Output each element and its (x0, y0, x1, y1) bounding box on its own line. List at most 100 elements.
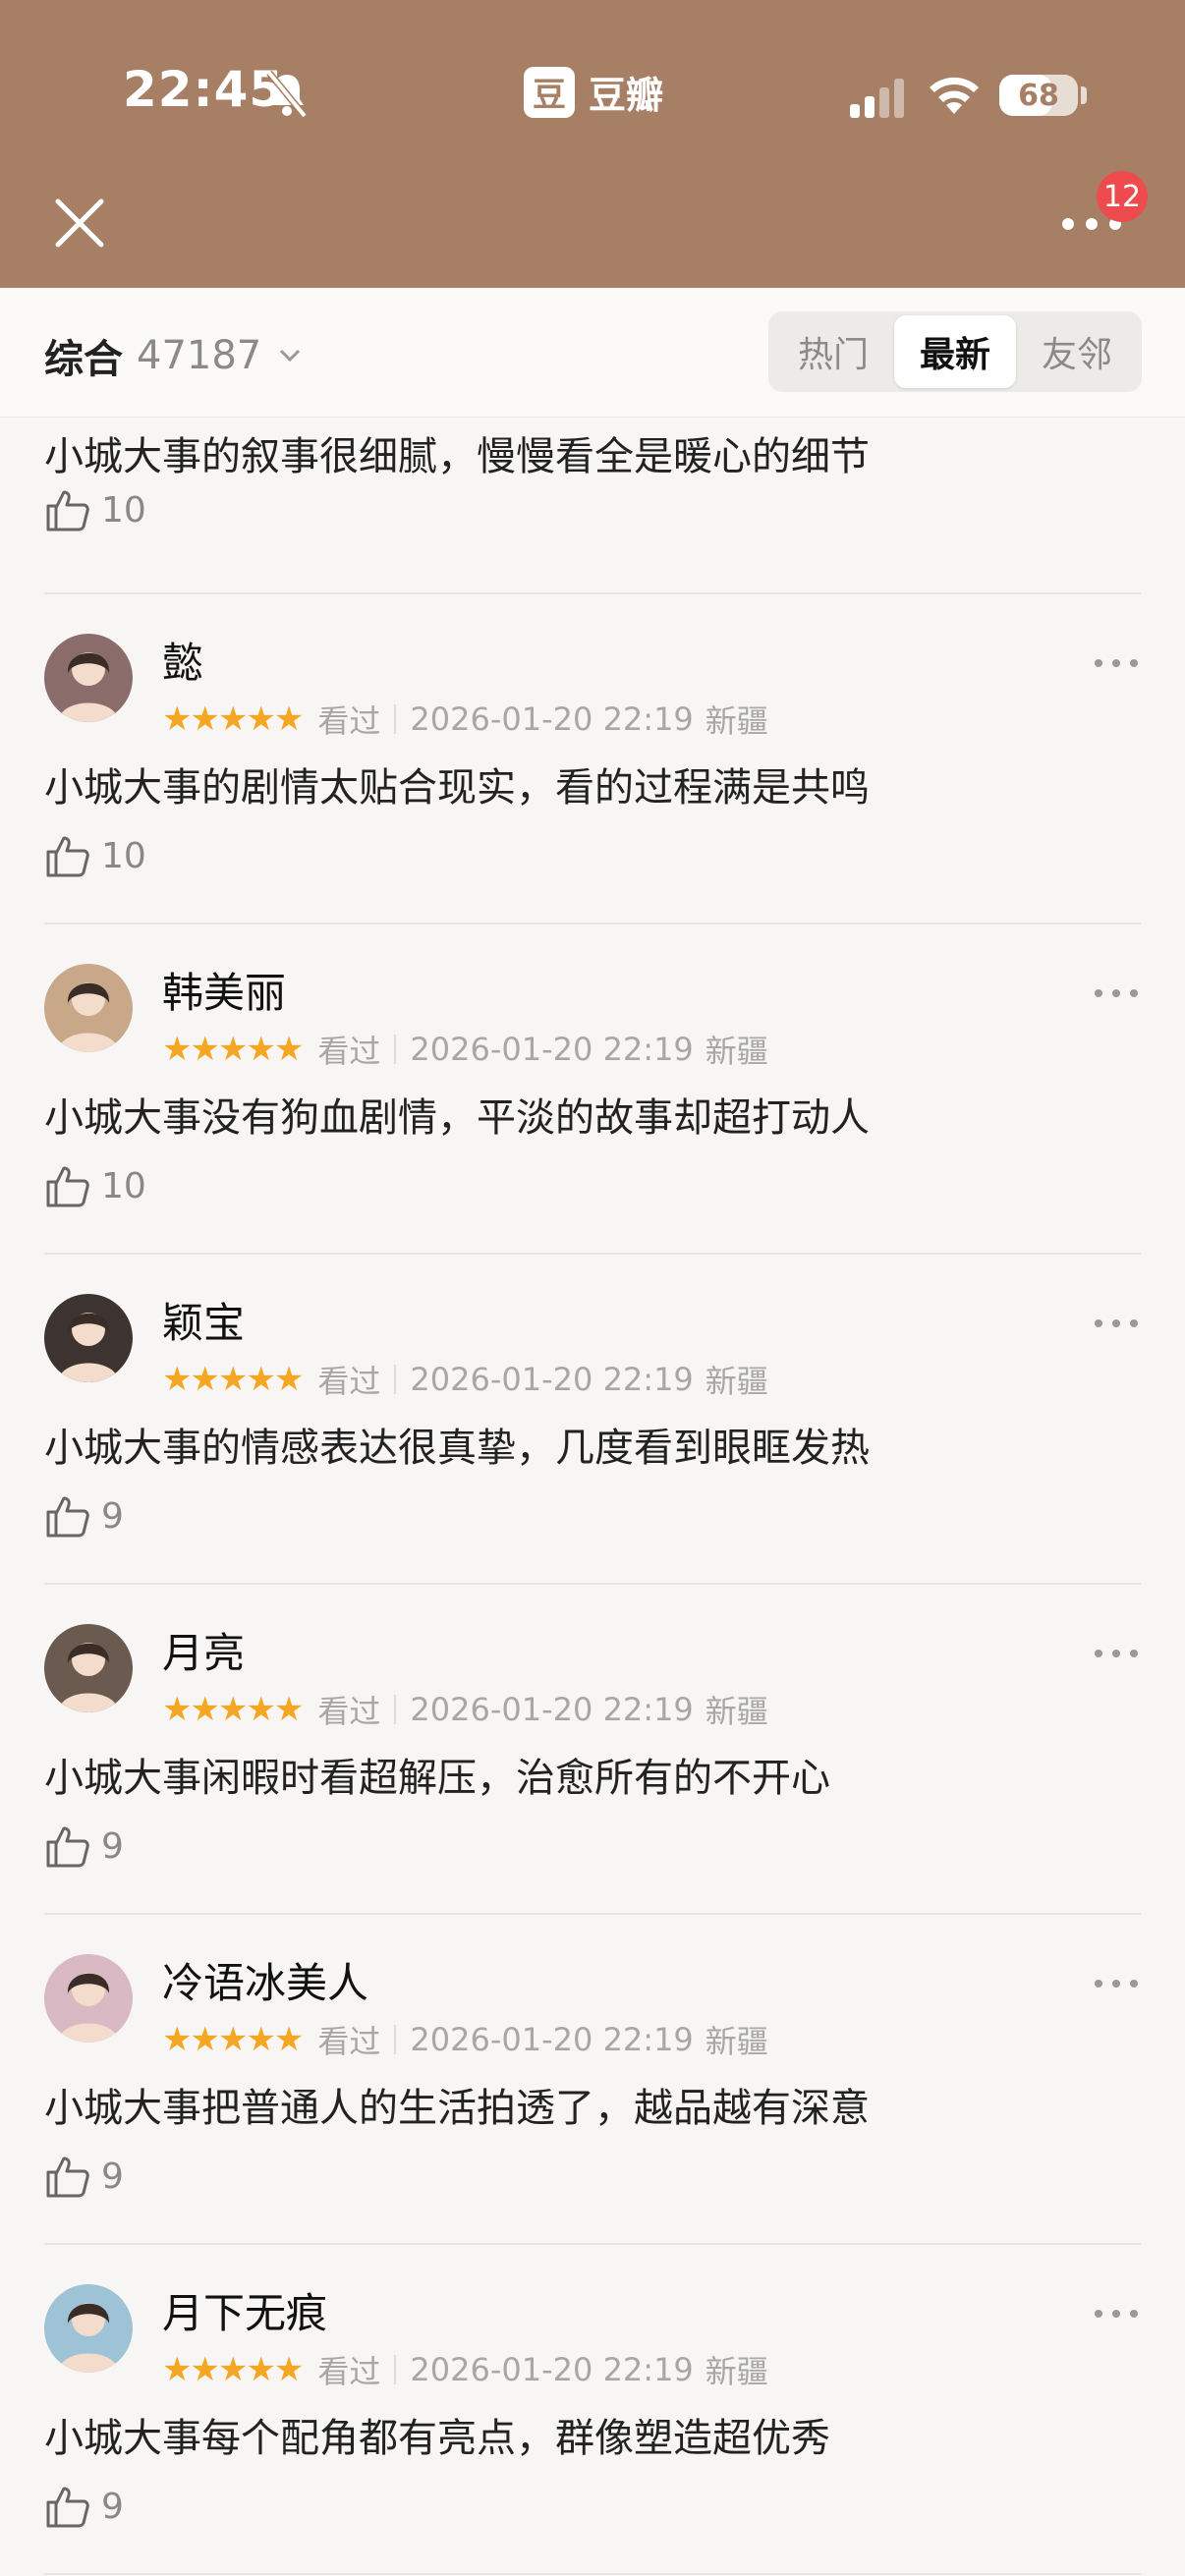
app-header: 22:45 豆 豆瓣 68 12 (0, 0, 1185, 288)
thumbs-up-icon (46, 1496, 89, 1538)
separator (394, 2025, 397, 2054)
battery-level: 68 (1018, 78, 1059, 113)
star-rating: ★★★★★ (162, 1690, 304, 1729)
review-location: 新疆 (705, 2023, 768, 2060)
username[interactable]: 月下无痕 (162, 2280, 327, 2340)
close-icon[interactable] (49, 193, 110, 253)
like-button[interactable]: 10 (44, 1162, 146, 1209)
review-datetime: 2026-01-20 22:19 (410, 1031, 694, 1068)
watch-status: 看过 (317, 702, 381, 740)
list-item: 懿 ★★★★★ 看过 2026-01-20 22:19 新疆 小城大事的剧情太贴… (0, 594, 1185, 924)
more-options-icon[interactable] (1093, 1642, 1140, 1665)
separator (394, 704, 397, 734)
more-options-icon[interactable] (1093, 1972, 1140, 1995)
watch-status: 看过 (317, 1363, 381, 1400)
review-content: 小城大事的叙事很细腻，慢慢看全是暖心的细节 (44, 434, 870, 479)
review-count: 47187 (137, 333, 262, 378)
username[interactable]: 月亮 (162, 1620, 245, 1680)
like-button[interactable]: 10 (44, 486, 146, 533)
star-rating: ★★★★★ (162, 1030, 304, 1069)
username[interactable]: 韩美丽 (162, 960, 286, 1020)
list-item: 月亮 ★★★★★ 看过 2026-01-20 22:19 新疆 小城大事闲暇时看… (0, 1585, 1185, 1915)
review-meta: ★★★★★ 看过 2026-01-20 22:19 新疆 (162, 1687, 768, 1732)
thumbs-up-icon (46, 490, 89, 532)
watch-status: 看过 (317, 2023, 381, 2060)
review-meta: ★★★★★ 看过 2026-01-20 22:19 新疆 (162, 2347, 768, 2392)
username[interactable]: 颖宝 (162, 1290, 245, 1350)
like-button[interactable]: 10 (44, 832, 146, 879)
review-content: 小城大事没有狗血剧情，平淡的故事却超打动人 (44, 1095, 870, 1141)
like-count: 9 (101, 2486, 124, 2527)
avatar[interactable] (44, 634, 133, 722)
user-avatar-icon (44, 634, 133, 722)
battery-tip (1081, 86, 1087, 104)
status-bar: 22:45 豆 豆瓣 68 (0, 0, 1185, 187)
user-avatar-icon (44, 2284, 133, 2373)
more-options-icon[interactable] (1093, 1312, 1140, 1335)
like-button[interactable]: 9 (44, 1822, 124, 1870)
review-datetime: 2026-01-20 22:19 (410, 1691, 694, 1728)
review-meta: ★★★★★ 看过 2026-01-20 22:19 新疆 (162, 2017, 768, 2062)
username[interactable]: 冷语冰美人 (162, 1950, 368, 2010)
avatar[interactable] (44, 964, 133, 1052)
review-meta: ★★★★★ 看过 2026-01-20 22:19 新疆 (162, 697, 768, 742)
user-avatar-icon (44, 964, 133, 1052)
mute-bell-icon (266, 70, 308, 119)
star-rating: ★★★★★ (162, 2350, 304, 2389)
more-options-icon[interactable] (1093, 981, 1140, 1005)
status-time: 22:45 (123, 61, 285, 118)
review-location: 新疆 (705, 1693, 768, 1730)
wifi-icon (930, 77, 979, 114)
star-rating: ★★★★★ (162, 2020, 304, 2059)
more-options-icon[interactable] (1093, 2302, 1140, 2325)
watch-status: 看过 (317, 2353, 381, 2390)
avatar[interactable] (44, 2284, 133, 2373)
tab-friends[interactable]: 友邻 (1016, 315, 1138, 388)
divider (44, 2573, 1141, 2575)
user-avatar-icon (44, 1624, 133, 1712)
like-button[interactable]: 9 (44, 2483, 124, 2530)
review-location: 新疆 (705, 702, 768, 740)
chevron-down-icon (280, 349, 301, 363)
tab-switcher: 热门 最新 友邻 (768, 311, 1142, 392)
like-button[interactable]: 9 (44, 2153, 124, 2200)
list-item: 冷语冰美人 ★★★★★ 看过 2026-01-20 22:19 新疆 小城大事把… (0, 1915, 1185, 2245)
app-name: 豆瓣 (589, 74, 664, 117)
review-location: 新疆 (705, 2353, 768, 2390)
sort-dropdown[interactable]: 综合 47187 (44, 327, 305, 384)
watch-status: 看过 (317, 1693, 381, 1730)
tab-latest[interactable]: 最新 (894, 315, 1016, 388)
cellular-signal-icon (850, 79, 904, 118)
app-brand: 豆 豆瓣 (524, 65, 663, 119)
avatar[interactable] (44, 1294, 133, 1382)
thumbs-up-icon (46, 836, 89, 877)
avatar[interactable] (44, 1624, 133, 1712)
thumbs-up-icon (46, 1166, 89, 1207)
like-count: 9 (101, 1825, 124, 1867)
star-rating: ★★★★★ (162, 1360, 304, 1399)
star-rating: ★★★★★ (162, 700, 304, 739)
review-location: 新疆 (705, 1033, 768, 1070)
list-item: 月下无痕 ★★★★★ 看过 2026-01-20 22:19 新疆 小城大事每个… (0, 2245, 1185, 2575)
sort-label: 综合 (44, 337, 123, 382)
more-options-icon[interactable] (1093, 651, 1140, 675)
like-count: 9 (101, 1495, 124, 1537)
username[interactable]: 懿 (162, 630, 203, 690)
notification-badge: 12 (1097, 171, 1148, 222)
review-content: 小城大事的情感表达很真挚，几度看到眼眶发热 (44, 1426, 870, 1471)
review-datetime: 2026-01-20 22:19 (410, 2021, 694, 2058)
review-list[interactable]: 小城大事的叙事很细腻，慢慢看全是暖心的细节 10 懿 ★★★★★ 看过 2026… (0, 418, 1185, 2576)
thumbs-up-icon (46, 1826, 89, 1868)
tab-hot[interactable]: 热门 (772, 315, 894, 388)
like-button[interactable]: 9 (44, 1492, 124, 1540)
like-count: 9 (101, 2156, 124, 2197)
review-content: 小城大事闲暇时看超解压，治愈所有的不开心 (44, 1756, 830, 1801)
like-count: 10 (101, 1165, 146, 1206)
review-meta: ★★★★★ 看过 2026-01-20 22:19 新疆 (162, 1357, 768, 1402)
review-meta: ★★★★★ 看过 2026-01-20 22:19 新疆 (162, 1027, 768, 1072)
battery-indicator: 68 (999, 75, 1078, 116)
review-datetime: 2026-01-20 22:19 (410, 1361, 694, 1398)
review-content: 小城大事每个配角都有亮点，群像塑造超优秀 (44, 2416, 830, 2461)
avatar[interactable] (44, 1954, 133, 2043)
thumbs-up-icon (46, 2487, 89, 2528)
